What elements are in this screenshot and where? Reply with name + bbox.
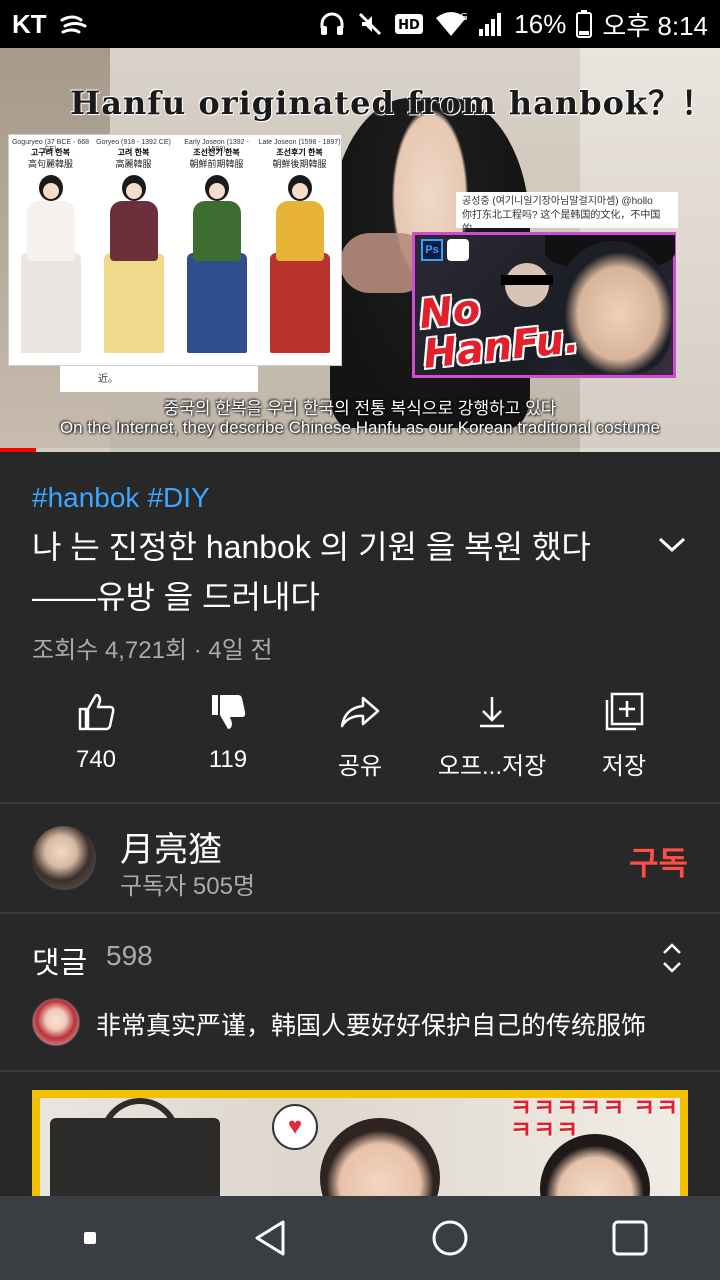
expand-comments-icon[interactable] — [656, 940, 688, 976]
photoshop-icon: Ps — [421, 239, 443, 261]
hanbok-face — [209, 183, 225, 199]
bag-image — [50, 1118, 220, 1198]
laugh-text: ㅋㅋㅋㅋㅋ ㅋㅋㅋㅋㅋ — [510, 1095, 680, 1144]
share-button[interactable]: 공유 — [294, 690, 426, 790]
svg-text:G: G — [460, 12, 468, 23]
hanbok-top — [193, 201, 241, 261]
hanbok-chart-caption: 近。 — [60, 366, 258, 392]
subtitle-korean: 중국의 한복을 우리 한국의 전통 복식으로 강행하고 있다 — [163, 399, 557, 418]
commenter-avatar — [32, 998, 80, 1046]
dislike-count: 119 — [208, 746, 248, 773]
video-player[interactable]: Hanfu originated from hanbok？！ Goguryeo … — [0, 48, 720, 452]
divider — [0, 1070, 720, 1072]
subscriber-count: 구독자 505명 — [120, 873, 256, 900]
hanbok-face — [292, 183, 308, 199]
hanbok-era-column: Early Joseon (1392 - 1598) 조선전기 한복 朝鮮前期韓服 — [175, 135, 258, 367]
hd-icon: HD — [394, 9, 424, 39]
hashtags: #hanbok #DIY — [32, 482, 218, 514]
hanbok-era-column: Goryeo (918 - 1392 CE) 고려 한복 高麗韓服 — [92, 135, 175, 367]
thumbs-down-icon — [208, 690, 248, 734]
video-meta: 조회수 4,721회 · 4일 전 — [32, 637, 273, 664]
channel-name[interactable]: 月亮猹 — [120, 822, 222, 871]
hanbok-era-column: Goguryeo (37 BCE - 668 CE) 고구려 한복 高句麗韓服 — [9, 135, 92, 367]
like-button[interactable]: 740 — [30, 690, 162, 790]
comments-heading: 댓글 — [32, 947, 88, 980]
expand-description-icon[interactable] — [652, 528, 692, 562]
hashtag-link[interactable]: #hanbok — [32, 482, 139, 513]
system-nav-bar — [0, 1196, 720, 1280]
hanbok-face — [126, 183, 142, 199]
next-video-thumbnail[interactable]: ♥ ㅋㅋㅋㅋㅋ ㅋㅋㅋㅋㅋ — [32, 1090, 688, 1198]
hanbok-skirt — [187, 253, 247, 353]
like-count: 740 — [75, 746, 117, 773]
thumbs-up-icon — [76, 690, 116, 734]
heart-icon: ♥ — [272, 1104, 318, 1150]
hanbok-hanja-label: 朝鮮前期韓服 — [189, 159, 244, 169]
hanbok-hanja-label: 高麗韓服 — [115, 159, 152, 169]
hanbok-hanja-label: 高句麗韓服 — [27, 159, 73, 169]
share-icon — [339, 690, 381, 734]
overview-button[interactable] — [580, 1203, 680, 1273]
download-label: 오프...저장 — [437, 753, 547, 780]
hanbok-era-label: Goryeo (918 - 1392 CE) — [96, 139, 171, 146]
hanbok-era-column: Late Joseon (1598 - 1897) 조선후기 한복 朝鮮後期韓服 — [258, 135, 341, 367]
app-root: KT HD G 16% 오후 8:14 Hanfu originated fro… — [0, 0, 720, 1280]
hanbok-hanja-label: 朝鮮後期韓服 — [272, 159, 327, 169]
home-button[interactable] — [400, 1203, 500, 1273]
wifi-icon: G — [434, 9, 468, 39]
hanbok-top — [276, 201, 324, 261]
channel-avatar[interactable] — [32, 826, 96, 890]
comment-overlay: 공성중 (여기니일기장아님말걸지마셈) @hollo 你打东北工程吗? 这个是韩… — [456, 192, 678, 235]
channel-row[interactable]: 月亮猹 구독자 505명 구독 — [0, 806, 720, 912]
dislike-button[interactable]: 119 — [162, 690, 294, 790]
hanbok-skirt — [270, 253, 330, 353]
hanbok-era-label: Late Joseon (1598 - 1897) — [258, 139, 341, 146]
progress-fill — [0, 448, 36, 452]
signal-icon — [478, 9, 504, 39]
hanbok-face — [43, 183, 59, 199]
save-label: 저장 — [601, 753, 647, 780]
divider — [0, 802, 720, 804]
download-button[interactable]: 오프...저장 — [426, 690, 558, 790]
recents-dot-button[interactable] — [40, 1203, 140, 1273]
mute-icon — [356, 9, 384, 39]
thumbnail-title: Hanfu originated from hanbok？！ — [70, 84, 715, 122]
hanbok-skirt — [21, 253, 81, 353]
carrier-label: KT — [12, 8, 47, 39]
clip-studio-icon — [447, 239, 469, 261]
comment-overlay-user: 공성중 (여기니일기장아님말걸지마셈) @hollo — [462, 196, 653, 207]
add-to-playlist-icon — [604, 690, 644, 734]
hanbok-top — [27, 201, 75, 261]
thumbnail-image: ♥ ㅋㅋㅋㅋㅋ ㅋㅋㅋㅋㅋ — [40, 1095, 680, 1198]
comments-section[interactable]: 댓글 598 非常真实严谨，韩国人要好好保护自己的传统服饰 — [0, 914, 720, 1070]
svg-text:HD: HD — [398, 18, 420, 33]
hanbok-skirt — [104, 253, 164, 353]
laughing-person — [320, 1118, 440, 1198]
progress-bar[interactable] — [0, 448, 720, 452]
wind-icon — [59, 9, 89, 39]
hanbok-history-chart: Goguryeo (37 BCE - 668 CE) 고구려 한복 高句麗韓服 Gor… — [8, 134, 342, 366]
subscribe-button[interactable]: 구독 — [629, 838, 688, 884]
save-button[interactable]: 저장 — [558, 690, 690, 790]
share-label: 공유 — [337, 753, 383, 780]
top-comment-text: 非常真实严谨，韩国人要好好保护自己的传统服饰 — [96, 1012, 647, 1040]
clock: 오후 8:14 — [602, 10, 708, 41]
video-title[interactable]: 나 는 진정한 hanbok 의 기원 을 복원 했다 ——유방 을 드러내다 — [32, 522, 622, 622]
hashtag-link[interactable]: #DIY — [147, 482, 209, 513]
subtitle-english: On the Internet, they describe Chinese H… — [59, 418, 661, 437]
status-bar: KT HD G 16% 오후 8:14 — [0, 0, 720, 48]
comments-count: 598 — [106, 940, 153, 971]
hanbok-top — [110, 201, 158, 261]
battery-icon — [576, 9, 593, 39]
action-bar: 740 119 공유 오프...저장 저장 — [30, 690, 690, 790]
nohanfu-text: No HanFu. — [417, 279, 581, 378]
download-icon — [477, 690, 507, 734]
nohanfu-thumbnail: Ps No HanFu. — [412, 232, 676, 378]
battery-percent: 16% — [514, 8, 567, 39]
headset-icon — [318, 9, 346, 39]
back-button[interactable] — [220, 1203, 320, 1273]
